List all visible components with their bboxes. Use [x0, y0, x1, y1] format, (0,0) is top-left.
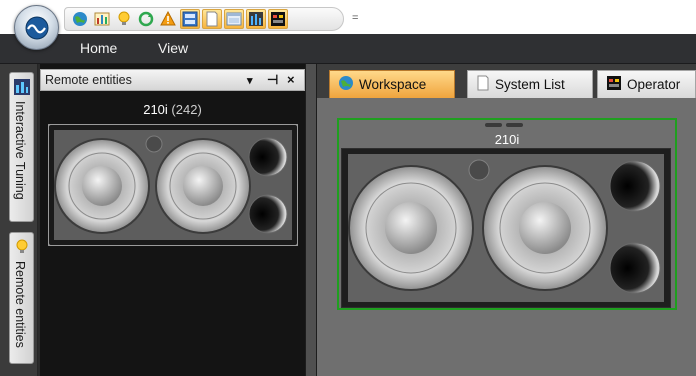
pin-panel-button[interactable]: ⊣	[267, 72, 278, 88]
app-menu-button[interactable]	[14, 5, 59, 50]
customize-toolbar-button[interactable]: =	[352, 12, 358, 24]
remote-entities-panel: Remote entities ▾ ⊣ × 210i (242)	[40, 64, 305, 376]
quick-access-toolbar	[64, 7, 344, 31]
meter-icon	[14, 79, 30, 100]
tab-view[interactable]: View	[158, 40, 188, 56]
window-icon[interactable]	[224, 9, 244, 29]
entity-handle-icon	[485, 123, 523, 127]
tab-label: Operator	[627, 77, 681, 92]
entity-label: 210i (242)	[40, 102, 305, 117]
app-logo-icon	[25, 16, 49, 40]
lightbulb-icon	[14, 239, 30, 260]
operator-icon[interactable]	[268, 9, 288, 29]
entity-name: 210i	[494, 132, 520, 147]
panel-header: Remote entities ▾ ⊣ ×	[40, 69, 305, 91]
speaker-cabinet-thumbnail[interactable]	[48, 124, 298, 246]
document-tab-strip: Workspace System List Operator	[317, 64, 696, 98]
close-panel-button[interactable]: ×	[287, 72, 295, 87]
bar-chart-icon[interactable]	[92, 9, 112, 29]
tab-home[interactable]: Home	[80, 40, 117, 56]
entity-name: 210i	[143, 102, 168, 117]
operator-icon	[606, 75, 622, 94]
tab-label: System List	[495, 77, 565, 92]
side-tab-remote-entities[interactable]: Remote entities	[9, 232, 34, 364]
side-tab-label: Remote entities	[13, 261, 27, 348]
panel-dropdown-button[interactable]: ▾	[247, 74, 253, 87]
workspace-canvas[interactable]: 210i	[317, 98, 696, 376]
tab-label: Workspace	[359, 77, 427, 92]
document-area: Workspace System List Operator 210i	[317, 64, 696, 376]
entity-id: (242)	[171, 102, 202, 117]
meter-icon[interactable]	[246, 9, 266, 29]
panel-icon[interactable]	[180, 9, 200, 29]
side-tab-interactive-tuning[interactable]: Interactive Tuning	[9, 72, 34, 222]
tab-operator[interactable]: Operator	[597, 70, 696, 98]
side-tab-strip: Interactive Tuning Remote entities	[0, 64, 38, 376]
selected-entity[interactable]: 210i	[337, 118, 677, 310]
document-icon[interactable]	[202, 9, 222, 29]
refresh-icon[interactable]	[136, 9, 156, 29]
globe-icon[interactable]	[70, 9, 90, 29]
side-tab-label: Interactive Tuning	[13, 101, 27, 200]
tab-workspace[interactable]: Workspace	[329, 70, 455, 98]
panel-title: Remote entities	[45, 73, 132, 87]
globe-icon	[338, 75, 354, 94]
lightbulb-icon[interactable]	[114, 9, 134, 29]
panel-splitter[interactable]	[305, 64, 317, 376]
ribbon-tab-bar: Home View	[0, 34, 696, 64]
tab-system-list[interactable]: System List	[467, 70, 593, 98]
warning-icon[interactable]	[158, 9, 178, 29]
speaker-cabinet[interactable]	[341, 148, 671, 308]
document-icon	[476, 75, 490, 94]
